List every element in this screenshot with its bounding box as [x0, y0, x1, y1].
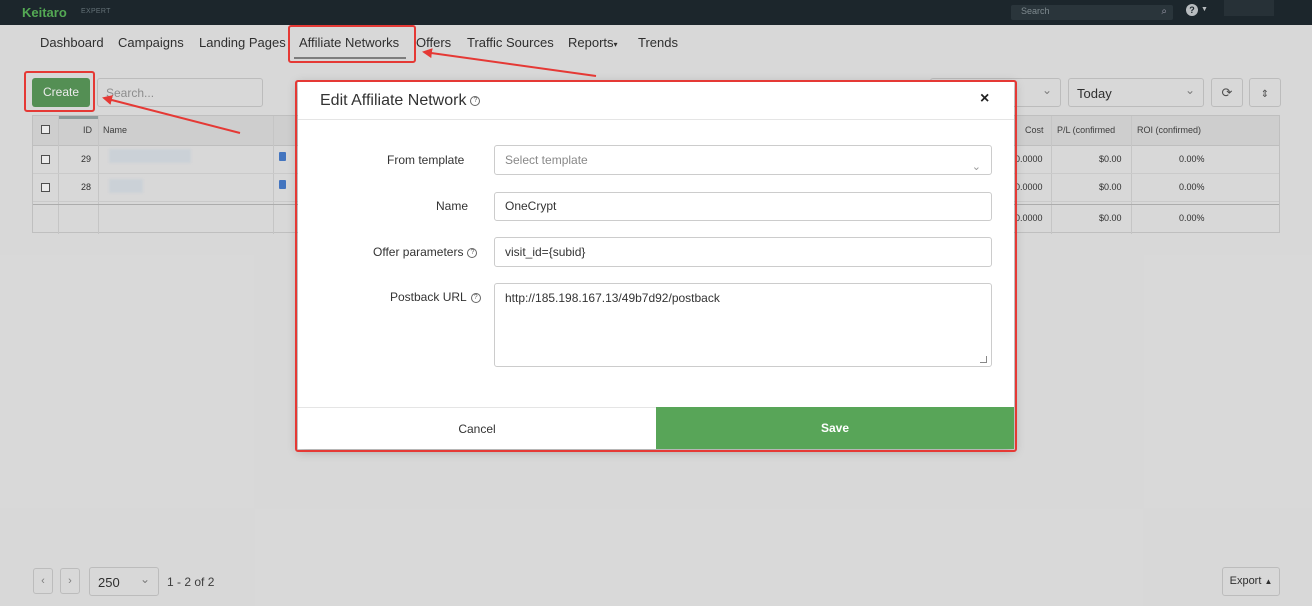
annotation-arrow	[422, 48, 597, 77]
annotation-arrows	[102, 48, 597, 134]
annotation-arrow	[102, 95, 241, 134]
